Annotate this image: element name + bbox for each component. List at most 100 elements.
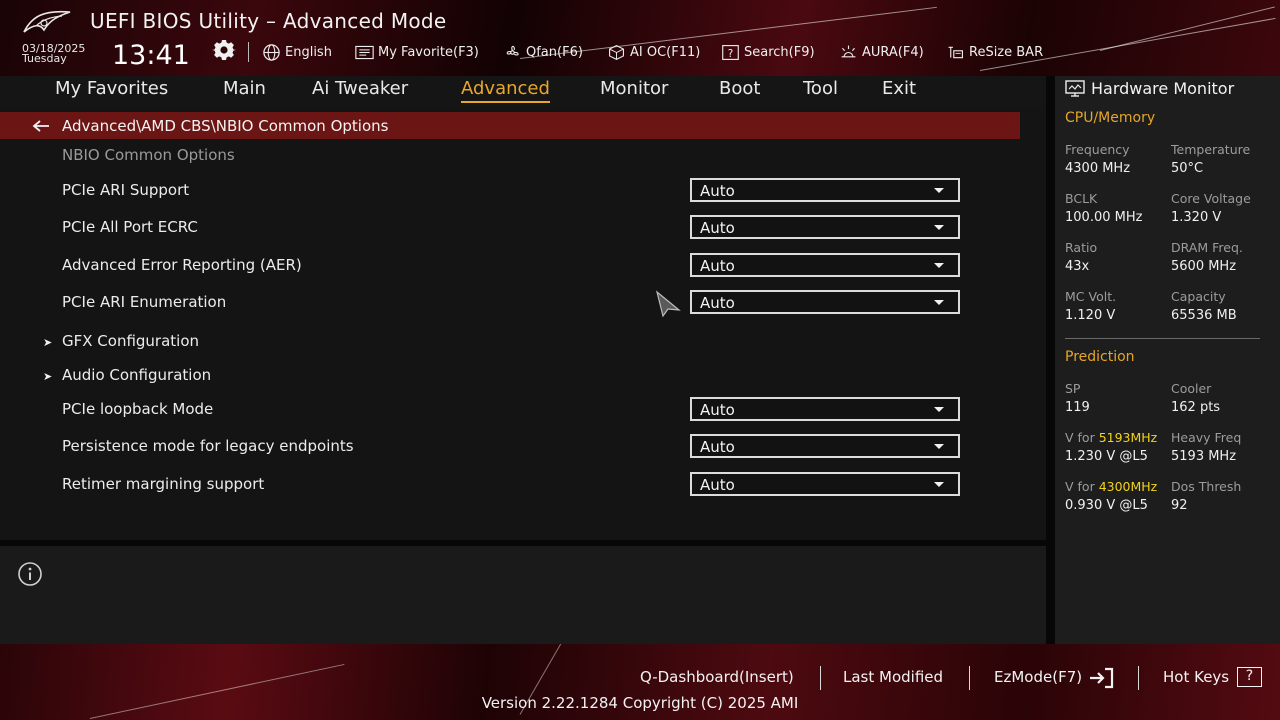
submenu-arrow-icon: ➤: [43, 370, 53, 383]
tab-ai-tweaker[interactable]: Ai Tweaker: [312, 78, 408, 99]
decor-streak: [1099, 6, 1275, 51]
hw-value: 5600 MHz: [1171, 259, 1237, 274]
pcie-ari-support-dropdown[interactable]: Auto: [690, 178, 960, 202]
hw-label: Cooler: [1171, 381, 1212, 396]
hw-value: 92: [1171, 498, 1188, 513]
setting-row-pcie-ari-support[interactable]: PCIe ARI Support Auto: [0, 178, 1020, 204]
hw-label: V for 5193MHz: [1065, 430, 1175, 445]
hw-value: 1.320 V: [1171, 210, 1222, 225]
hw-core-voltage: Core Voltage 1.320 V: [1171, 191, 1280, 225]
caret-down-icon: [934, 188, 944, 193]
my-favorite-label: My Favorite(F3): [378, 44, 479, 60]
ai-oc-button[interactable]: AI OC(F11): [607, 42, 700, 62]
setting-label: PCIe loopback Mode: [62, 400, 214, 418]
hw-label: Heavy Freq: [1171, 430, 1242, 445]
app-title: UEFI BIOS Utility – Advanced Mode: [90, 9, 447, 33]
setting-row-aer[interactable]: Advanced Error Reporting (AER) Auto: [0, 253, 1020, 279]
tab-monitor[interactable]: Monitor: [600, 78, 668, 99]
setting-label: PCIe ARI Enumeration: [62, 293, 227, 311]
setting-label: Persistence mode for legacy endpoints: [62, 437, 354, 455]
search-button[interactable]: ? Search(F9): [721, 42, 815, 62]
favorite-list-icon: [355, 45, 374, 59]
search-help-icon: ?: [722, 44, 739, 60]
q-dashboard-button[interactable]: Q-Dashboard(Insert): [640, 668, 794, 686]
qfan-button[interactable]: Qfan(F6): [503, 42, 583, 62]
rog-logo-icon: [23, 10, 71, 33]
dropdown-value: Auto: [700, 476, 735, 494]
footer-divider: [969, 666, 970, 690]
aer-dropdown[interactable]: Auto: [690, 253, 960, 277]
tab-tool[interactable]: Tool: [803, 78, 838, 99]
dropdown-value: Auto: [700, 219, 735, 237]
hw-label: Dos Thresh: [1171, 479, 1242, 494]
retimer-margining-dropdown[interactable]: Auto: [690, 472, 960, 496]
hot-keys-button[interactable]: Hot Keys: [1163, 668, 1229, 686]
hw-label: SP: [1065, 381, 1081, 396]
caret-down-icon: [934, 482, 944, 487]
language-button[interactable]: English: [262, 42, 332, 62]
tab-advanced[interactable]: Advanced: [461, 78, 550, 103]
caret-down-icon: [934, 407, 944, 412]
setting-label: PCIe ARI Support: [62, 181, 190, 199]
pcie-ari-enumeration-dropdown[interactable]: Auto: [690, 290, 960, 314]
aura-button[interactable]: AURA(F4): [839, 42, 924, 62]
setting-row-pcie-loopback-mode[interactable]: PCIe loopback Mode Auto: [0, 397, 1020, 423]
hw-label: BCLK: [1065, 191, 1098, 206]
ai-oc-label: AI OC(F11): [630, 44, 701, 60]
svg-text:?: ?: [728, 47, 734, 59]
prediction-title: Prediction: [1065, 349, 1135, 365]
hw-divider: [1065, 338, 1260, 339]
exit-to-ezmode-icon[interactable]: [1088, 667, 1114, 689]
hw-label-freq: 5193MHz: [1098, 430, 1158, 445]
hw-value: 162 pts: [1171, 400, 1221, 415]
hw-label: MC Volt.: [1065, 289, 1117, 304]
resize-bar-icon: [948, 46, 963, 58]
my-favorite-button[interactable]: My Favorite(F3): [355, 42, 479, 62]
dropdown-value: Auto: [700, 257, 735, 275]
hw-label-prefix: V for: [1065, 479, 1099, 494]
tab-main[interactable]: Main: [223, 78, 266, 99]
hw-dram-freq: DRAM Freq. 5600 MHz: [1171, 240, 1280, 274]
submenu-label: Audio Configuration: [62, 366, 212, 384]
last-modified-button[interactable]: Last Modified: [843, 668, 943, 686]
gear-icon[interactable]: [212, 38, 236, 62]
hw-value: 0.930 V @L5: [1065, 498, 1148, 513]
day-text: Tuesday: [22, 52, 67, 65]
version-text: Version 2.22.1284 Copyright (C) 2025 AMI: [481, 694, 799, 712]
setting-label: Advanced Error Reporting (AER): [62, 256, 302, 274]
tab-exit[interactable]: Exit: [882, 78, 916, 99]
tab-boot[interactable]: Boot: [719, 78, 760, 99]
date-display: 03/18/2025 Tuesday: [22, 43, 85, 65]
hw-label-prefix: V for: [1065, 430, 1099, 445]
setting-row-persistence-mode[interactable]: Persistence mode for legacy endpoints Au…: [0, 434, 1020, 460]
back-arrow-icon[interactable]: [32, 119, 50, 133]
hw-ratio: Ratio 43x: [1065, 240, 1175, 274]
submenu-gfx-configuration[interactable]: ➤ GFX Configuration: [0, 329, 1020, 355]
ezmode-button[interactable]: EzMode(F7): [994, 668, 1082, 686]
ai-chip-icon: [609, 44, 624, 60]
hot-keys-help-icon[interactable]: ?: [1237, 667, 1262, 687]
setting-row-retimer-margining[interactable]: Retimer margining support Auto: [0, 472, 1020, 498]
fan-icon: [506, 45, 519, 55]
resize-bar-button[interactable]: ReSize BAR: [946, 42, 1043, 62]
setting-label: Retimer margining support: [62, 475, 265, 493]
hardware-monitor-header: Hardware Monitor: [1065, 79, 1234, 98]
hw-capacity: Capacity 65536 MB: [1171, 289, 1280, 323]
hw-v-for-4300: V for 4300MHz 0.930 V @L5: [1065, 479, 1175, 513]
breadcrumb-path: Advanced\AMD CBS\NBIO Common Options: [62, 116, 389, 135]
pcie-all-port-ecrc-dropdown[interactable]: Auto: [690, 215, 960, 239]
aura-light-icon: [841, 45, 856, 57]
setting-row-pcie-all-port-ecrc[interactable]: PCIe All Port ECRC Auto: [0, 215, 1020, 241]
tab-my-favorites[interactable]: My Favorites: [55, 78, 168, 99]
hw-dos-thresh: Dos Thresh 92: [1171, 479, 1280, 513]
footer-divider: [1138, 666, 1139, 690]
clock[interactable]: 13:41: [112, 40, 190, 71]
setting-row-pcie-ari-enumeration[interactable]: PCIe ARI Enumeration Auto: [0, 290, 1020, 316]
resize-bar-label: ReSize BAR: [969, 44, 1044, 60]
pcie-loopback-mode-dropdown[interactable]: Auto: [690, 397, 960, 421]
hw-label: Ratio: [1065, 240, 1098, 255]
monitor-icon: [1065, 79, 1085, 97]
submenu-audio-configuration[interactable]: ➤ Audio Configuration: [0, 363, 1020, 389]
persistence-mode-dropdown[interactable]: Auto: [690, 434, 960, 458]
hw-value: 1.120 V: [1065, 308, 1116, 323]
